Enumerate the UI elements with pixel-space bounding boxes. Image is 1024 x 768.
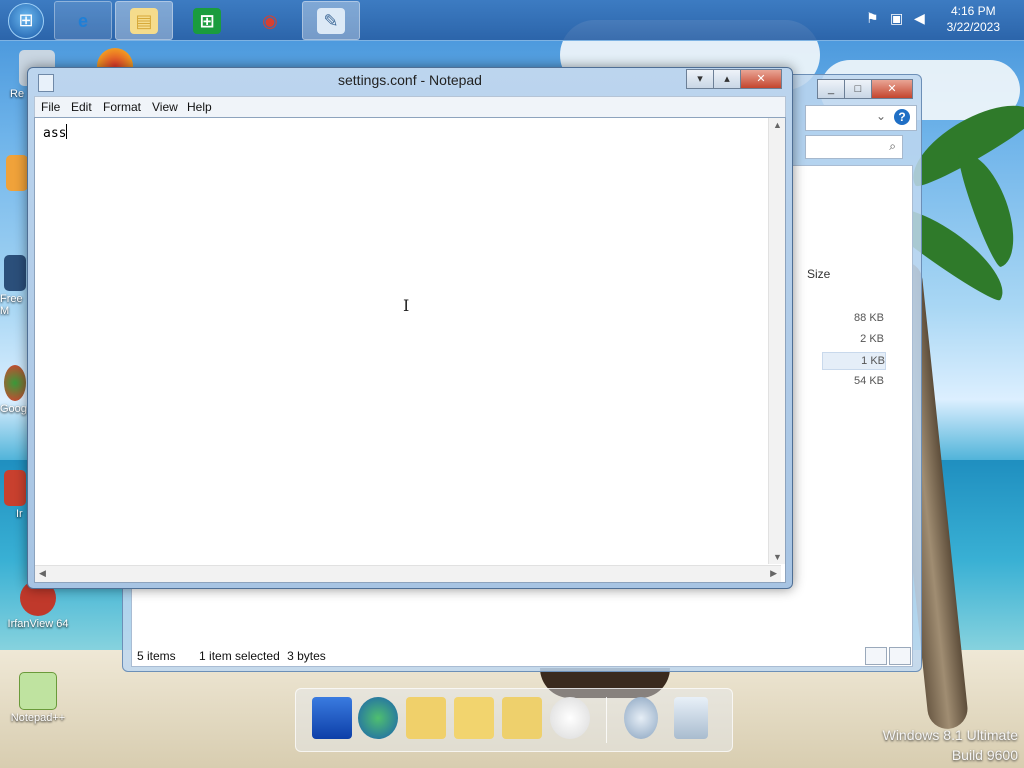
scroll-down-icon[interactable]: ▼	[773, 552, 782, 562]
window-title: settings.conf - Notepad	[338, 72, 482, 88]
menu-format[interactable]: Format	[103, 100, 141, 114]
editor-text: ass	[43, 126, 67, 141]
notepadpp-icon	[19, 672, 57, 710]
view-buttons	[863, 647, 911, 668]
recycle-bin-icon[interactable]	[674, 697, 708, 739]
dock-separator	[606, 697, 607, 743]
app-shortcut-icon	[4, 255, 26, 291]
window-controls: ▾ ▴ ✕	[686, 69, 782, 89]
close-button[interactable]: ✕	[740, 69, 782, 89]
action-center-flag-icon[interactable]: ⚑	[866, 10, 879, 27]
menu-view[interactable]: View	[152, 100, 178, 114]
search-icon: ⌕	[889, 139, 896, 153]
menu-bar: File Edit Format View Help	[34, 96, 786, 118]
watermark-build: Build 9600	[951, 747, 1018, 763]
desktop-icon-ir[interactable]: Ir	[0, 470, 30, 520]
volume-muted-icon[interactable]: ◀	[914, 10, 925, 27]
google-chrome-icon	[4, 365, 26, 401]
desktop-icon-label: Notepad++	[10, 712, 66, 724]
desktop-icon-google[interactable]: Goog	[0, 365, 30, 415]
internet-explorer-icon: e	[77, 11, 88, 31]
system-clock[interactable]: 4:16 PM 3/22/2023	[947, 3, 1000, 35]
file-size-3-selected[interactable]: 1 KB	[822, 352, 886, 370]
dock	[295, 688, 733, 752]
desktop-icon-free-m[interactable]: Free M	[0, 255, 30, 317]
status-selected: 1 item selected	[199, 649, 280, 663]
taskbar-notepad[interactable]: ✎	[302, 1, 360, 40]
menu-file[interactable]: File	[41, 100, 60, 114]
minimize-button[interactable]: ▾	[686, 69, 714, 89]
file-size-4: 54 KB	[854, 375, 884, 387]
scroll-up-icon[interactable]: ▲	[773, 120, 782, 130]
start-button[interactable]: ⊞	[8, 3, 44, 39]
column-header-size[interactable]: Size	[807, 261, 897, 281]
file-explorer-icon: ▤	[130, 8, 158, 34]
app-shortcut-icon	[6, 155, 28, 191]
status-size: 3 bytes	[287, 649, 326, 663]
vertical-scrollbar[interactable]: ▲ ▼	[768, 118, 785, 564]
editor-content[interactable]: ass	[43, 124, 68, 141]
watermark-edition: Windows 8.1 Ultimate	[882, 727, 1018, 743]
text-caret	[66, 124, 68, 139]
menu-help[interactable]: Help	[187, 100, 212, 114]
maximize-button[interactable]: □	[844, 79, 872, 99]
computer-icon[interactable]	[312, 697, 352, 739]
store-icon: ⊞	[193, 8, 221, 34]
window-controls: _ □ ✕	[817, 79, 913, 99]
horizontal-scrollbar[interactable]: ◀ ▶	[35, 565, 781, 582]
windows-start-icon[interactable]	[550, 697, 590, 739]
ibeam-cursor-icon: I	[403, 296, 410, 315]
documents-folder-icon[interactable]	[406, 697, 446, 739]
menu-edit[interactable]: Edit	[71, 100, 92, 114]
ribbon-toggle[interactable]: ⌄ ?	[805, 105, 917, 131]
minimize-button[interactable]: _	[817, 79, 845, 99]
clock-time: 4:16 PM	[950, 4, 996, 18]
status-bar: 5 items 1 item selected 3 bytes	[137, 649, 326, 663]
desktop-icon-label: Goog	[0, 403, 27, 415]
app-shortcut-icon	[4, 470, 26, 506]
large-icons-view-icon[interactable]	[889, 647, 911, 665]
maximize-button[interactable]: ▴	[713, 69, 741, 89]
chevron-down-icon[interactable]: ⌄	[876, 109, 886, 123]
file-size-2: 2 KB	[860, 333, 884, 345]
help-icon[interactable]: ?	[894, 109, 910, 125]
os-watermark: Windows 8.1 Ultimate Build 9600	[883, 725, 1018, 765]
scroll-left-icon[interactable]: ◀	[39, 568, 46, 579]
clock-date: 3/22/2023	[946, 20, 1000, 34]
taskbar: ⊞ e ▤ ⊞ ◉ ✎ ⚑ ▣ ◀ 4:16 PM 3/22/2023	[0, 0, 1024, 41]
status-items: 5 items	[137, 649, 176, 663]
chrome-icon: ◉	[262, 11, 278, 31]
settings-gear-icon[interactable]	[624, 697, 658, 739]
network-icon[interactable]	[358, 697, 398, 739]
scroll-right-icon[interactable]: ▶	[770, 568, 777, 579]
music-folder-icon[interactable]	[454, 697, 494, 739]
taskbar-internet-explorer[interactable]: e	[54, 1, 112, 40]
search-input[interactable]: ⌕	[805, 135, 903, 159]
close-button[interactable]: ✕	[871, 79, 913, 99]
details-view-icon[interactable]	[865, 647, 887, 665]
taskbar-file-explorer[interactable]: ▤	[115, 1, 173, 40]
text-editor-area[interactable]: ass I ▲ ▼ ◀ ▶	[34, 117, 786, 583]
desktop-icon-label: Ir	[16, 508, 23, 520]
desktop-icon-label: IrfanView 64	[7, 618, 69, 630]
notepad-icon: ✎	[317, 8, 345, 34]
taskbar-store[interactable]: ⊞	[178, 1, 236, 40]
pictures-folder-icon[interactable]	[502, 697, 542, 739]
file-size-1: 88 KB	[854, 312, 884, 324]
desktop-icon-notepadpp[interactable]: Notepad++	[3, 672, 73, 724]
network-disconnected-icon[interactable]: ▣	[890, 10, 903, 27]
notepad-window[interactable]: settings.conf - Notepad ▾ ▴ ✕ File Edit Fo…	[27, 67, 793, 589]
desktop-icon-label: Free M	[0, 293, 23, 317]
taskbar-chrome[interactable]: ◉	[241, 1, 299, 40]
